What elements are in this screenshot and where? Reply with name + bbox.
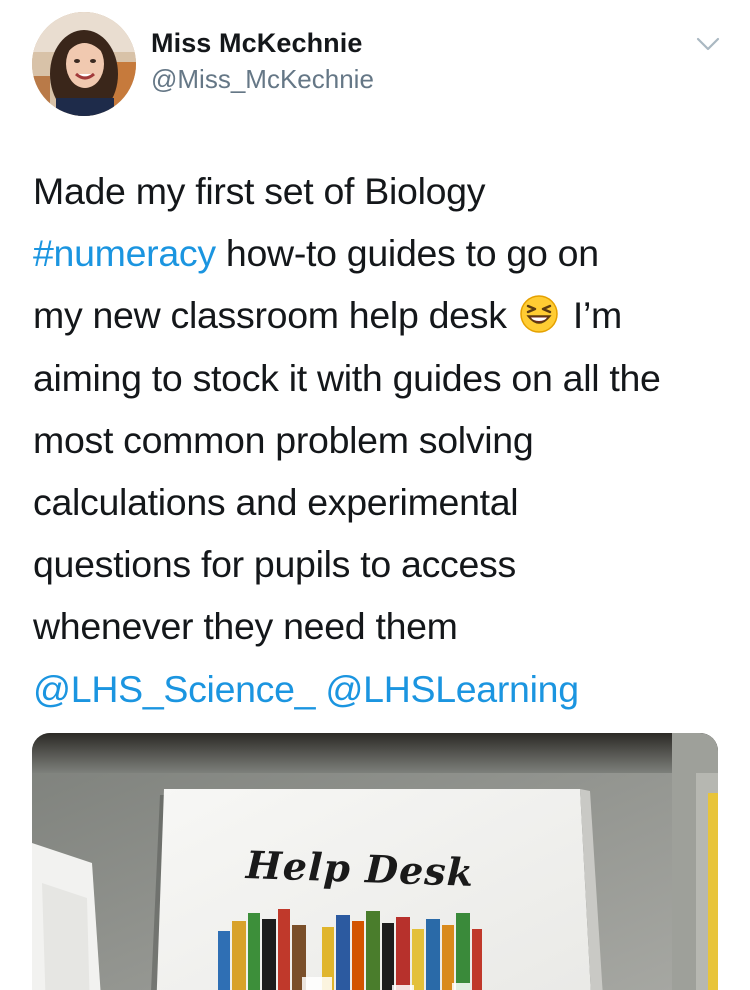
photo-sign-text: Help Desk [245,842,475,895]
chevron-down-icon[interactable] [694,30,722,58]
mention-link[interactable]: @LHS_Science_ [33,668,316,710]
tweet-card: Miss McKechnie @Miss_McKechnie Made my f… [0,0,750,990]
tweet-text-line: questions for pupils to access [33,533,733,595]
tweet-text-segment: how-to guides to go on [215,232,599,275]
tweet-text-line: Made my first set of Biology [33,160,733,222]
author-name[interactable]: Miss McKechnie [151,28,362,59]
tweet-text-segment: Made my first set of Biology [33,170,486,212]
tweet-text-segment: my new classroom help desk [33,294,517,337]
tweet-text-line: whenever they need them [33,595,733,657]
grinning-squinting-face-emoji-icon [519,290,559,334]
tweet-text-segment: whenever they need them [33,605,458,648]
tweet-text-segment: most common problem solving [33,418,534,461]
mention-link[interactable]: @LHSLearning [325,668,579,710]
tweet-text-segment [315,668,325,710]
author-handle[interactable]: @Miss_McKechnie [151,64,374,95]
tweet-text-segment: aiming to stock it with guides on all th… [33,356,661,399]
tweet-text-segment: calculations and experimental [33,481,519,524]
tweet-text: Made my first set of Biology #numeracy ho… [33,160,733,720]
tweet-text-line: #numeracy how-to guides to go on [33,222,733,284]
avatar[interactable] [32,12,136,116]
tweet-text-segment: I’m [562,294,622,337]
tweet-text-line: most common problem solving [33,409,733,471]
hashtag-link[interactable]: #numeracy [33,232,216,274]
tweet-text-segment: questions for pupils to access [33,543,516,586]
tweet-text-line: @LHS_Science_ @LHSLearning [33,658,733,720]
tweet-text-line: aiming to stock it with guides on all th… [33,347,733,409]
tweet-text-line: calculations and experimental [33,471,733,533]
tweet-text-line: my new classroom help desk I’m [33,284,733,346]
